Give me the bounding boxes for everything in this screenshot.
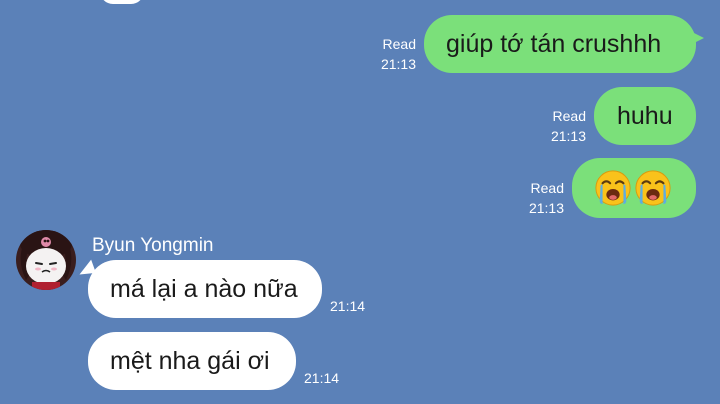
read-status: Read: [530, 180, 564, 196]
bubble-tail: [76, 259, 96, 279]
loudly-crying-face-icon: [595, 170, 631, 206]
message-text: má lại a nào nữa: [110, 274, 298, 303]
message-time: 21:14: [304, 370, 340, 386]
incoming-message-bubble[interactable]: má lại a nào nữa: [76, 259, 322, 318]
loudly-crying-face-icon: [635, 170, 671, 206]
read-status: Read: [552, 108, 586, 124]
message-meta: Read 21:13: [516, 178, 564, 218]
message-meta: Read 21:13: [368, 34, 416, 74]
read-status: Read: [382, 36, 416, 52]
message-time: 21:13: [528, 200, 564, 216]
avatar-image: [16, 230, 76, 290]
message-time: 21:14: [330, 298, 366, 314]
message-text: giúp tớ tán crushhh: [446, 29, 662, 58]
message-time: 21:13: [380, 56, 416, 72]
message-text: huhu: [617, 101, 673, 130]
bubble-tail: [690, 31, 704, 45]
avatar[interactable]: [16, 230, 76, 290]
sender-name: Byun Yongmin: [92, 235, 214, 256]
previous-message-bubble[interactable]: [100, 0, 144, 4]
message-text: mệt nha gái ơi: [110, 346, 270, 375]
outgoing-message-bubble[interactable]: giúp tớ tán crushhh: [424, 15, 704, 73]
outgoing-message-bubble[interactable]: huhu: [594, 87, 696, 145]
message-time: 21:13: [550, 128, 586, 144]
chat-thread[interactable]: Read 21:13 giúp tớ tán crushhh Read 21:1…: [0, 0, 720, 404]
message-meta: Read 21:13: [538, 106, 586, 146]
incoming-message-bubble[interactable]: mệt nha gái ơi: [88, 332, 296, 390]
outgoing-message-bubble[interactable]: [572, 158, 696, 218]
